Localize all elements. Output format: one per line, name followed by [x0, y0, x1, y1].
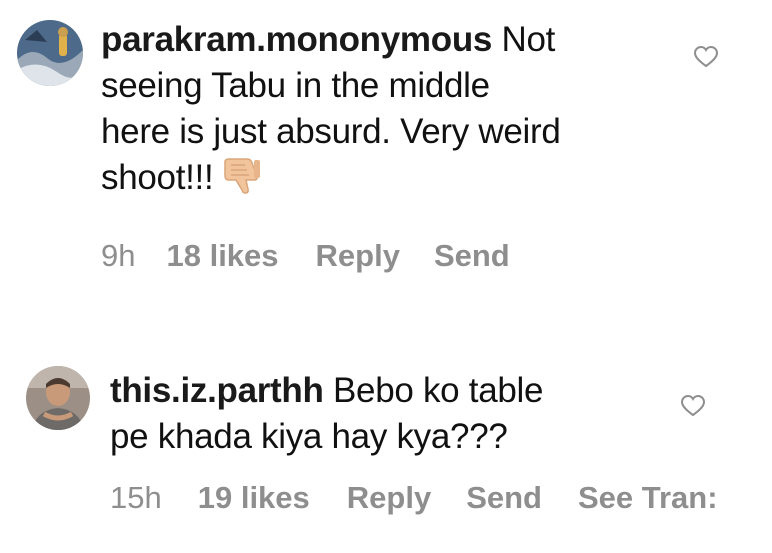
username[interactable]: parakram.mononymous — [101, 20, 492, 59]
heart-icon[interactable] — [680, 394, 706, 418]
avatar-parthh[interactable] — [26, 366, 90, 430]
reply-button[interactable]: Reply — [347, 480, 431, 516]
reply-button[interactable]: Reply — [316, 238, 400, 274]
comment-text: this.iz.parthh Bebo ko table pe khada ki… — [110, 368, 670, 460]
thumbs-down-icon — [221, 156, 263, 196]
likes-count[interactable]: 19 likes — [198, 480, 310, 516]
avatar-parakram[interactable] — [17, 20, 83, 86]
comment-line: here is just absurd. Very weird — [101, 112, 561, 151]
comment-line: Bebo ko table — [333, 371, 544, 410]
send-button[interactable]: Send — [466, 480, 542, 516]
send-button[interactable]: Send — [434, 238, 510, 274]
comment-1: parakram.mononymous Not seeing Tabu in t… — [0, 0, 772, 300]
comment-line: pe khada kiya hay kya??? — [110, 417, 508, 456]
heart-icon[interactable] — [693, 45, 719, 69]
comment-line: seeing Tabu in the middle — [101, 66, 490, 105]
see-translation-button[interactable]: See Tran: — [578, 480, 718, 516]
comment-meta: 15h 19 likes Reply Send See Tran: — [110, 480, 718, 516]
timestamp: 9h — [101, 238, 136, 273]
comment-line: Not — [501, 20, 556, 59]
timestamp: 15h — [110, 480, 162, 515]
comment-line: shoot!!! — [101, 158, 214, 197]
comment-2: this.iz.parthh Bebo ko table pe khada ki… — [0, 300, 772, 553]
username[interactable]: this.iz.parthh — [110, 371, 324, 410]
comment-meta: 9h 18 likes Reply Send — [101, 238, 510, 274]
likes-count[interactable]: 18 likes — [166, 238, 278, 274]
comment-text: parakram.mononymous Not seeing Tabu in t… — [101, 17, 681, 201]
